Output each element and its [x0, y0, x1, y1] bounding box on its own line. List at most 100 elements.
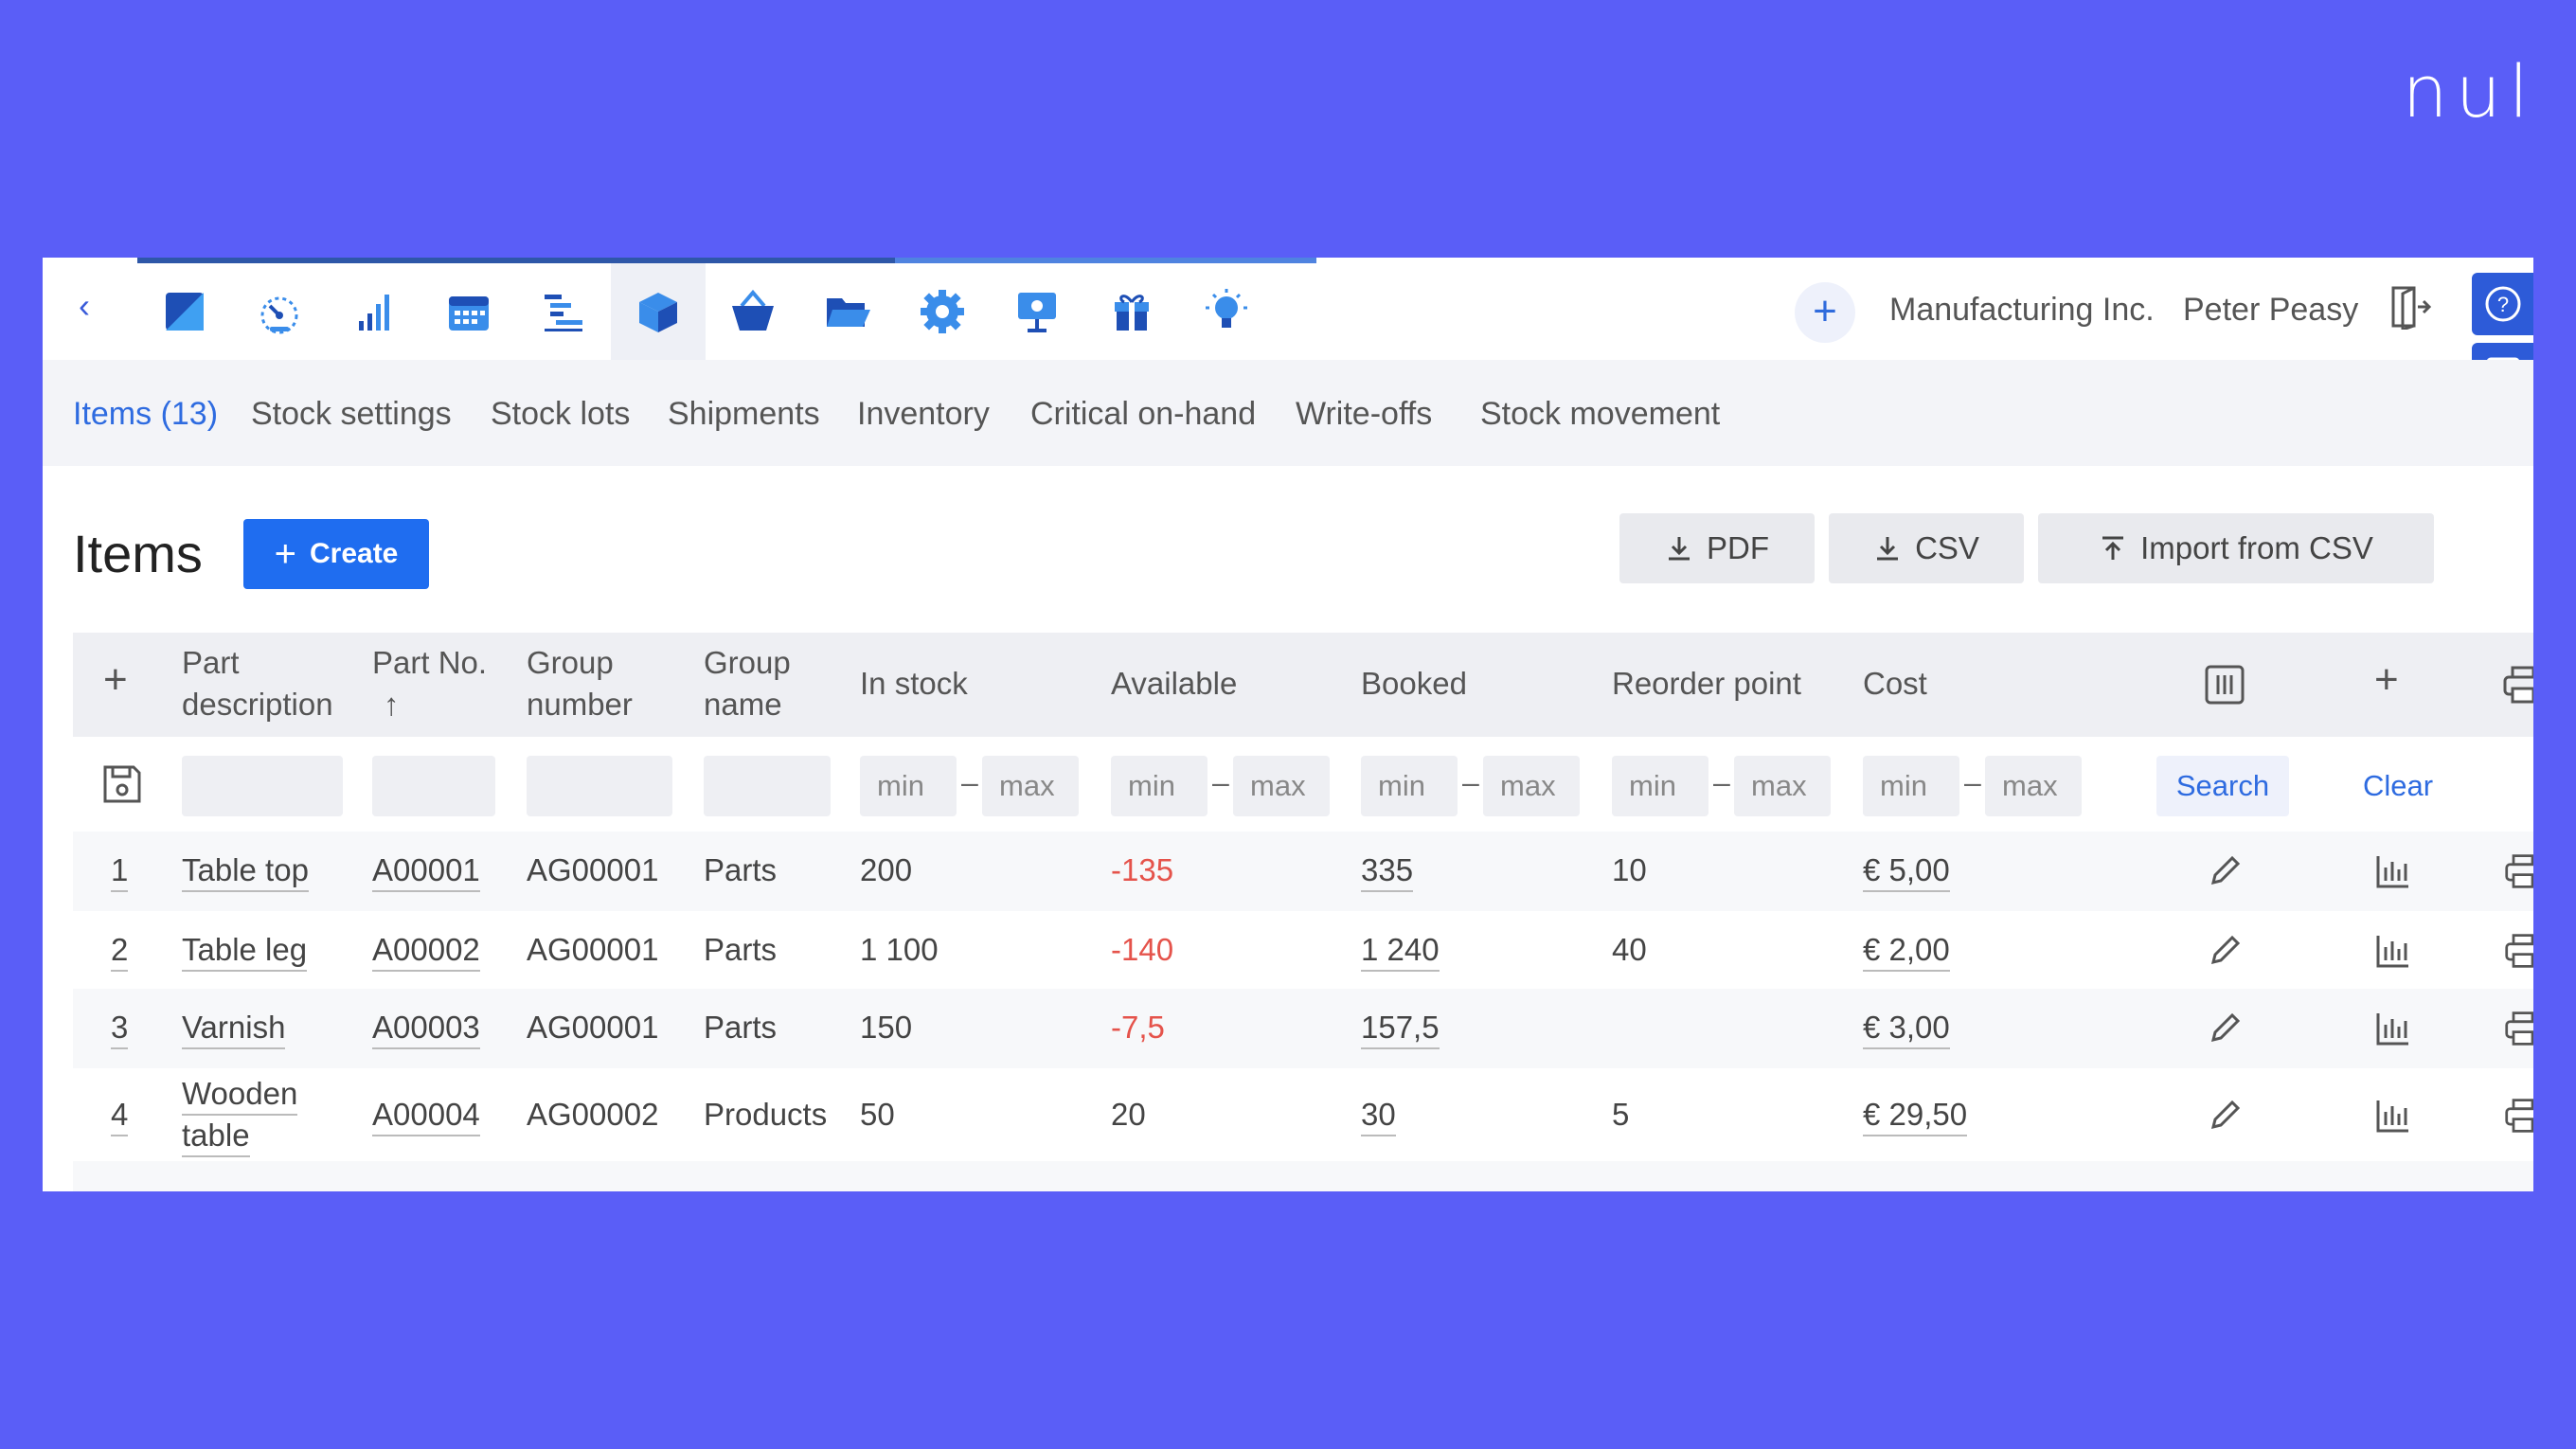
row-number[interactable]: 2: [111, 930, 129, 972]
reorder-min-input[interactable]: min: [1612, 756, 1708, 816]
cost-value[interactable]: € 29,50: [1863, 1095, 1968, 1136]
col-group-name[interactable]: Group name: [704, 642, 791, 725]
lightbulb-icon[interactable]: [1179, 263, 1274, 360]
calendar-icon[interactable]: [421, 263, 516, 360]
csv-button[interactable]: CSV: [1829, 513, 2024, 583]
reorder-point-value: 10: [1612, 852, 1647, 887]
booked-value[interactable]: 30: [1361, 1095, 1396, 1136]
edit-pencil-icon[interactable]: [2206, 852, 2244, 890]
print-icon[interactable]: [2502, 664, 2533, 706]
gantt-icon[interactable]: [516, 263, 611, 360]
stats-chart-icon[interactable]: [2374, 932, 2412, 970]
part-description-filter[interactable]: [182, 756, 343, 816]
tab-stock-lots[interactable]: Stock lots: [491, 396, 630, 433]
in-stock-max-input[interactable]: max: [982, 756, 1079, 816]
col-booked[interactable]: Booked: [1361, 663, 1467, 705]
tab-inventory[interactable]: Inventory: [857, 396, 990, 433]
booked-value[interactable]: 335: [1361, 850, 1414, 892]
tab-stock-movement[interactable]: Stock movement: [1480, 396, 1720, 433]
booked-min-input[interactable]: min: [1361, 756, 1458, 816]
presentation-icon[interactable]: [990, 263, 1084, 360]
col-in-stock[interactable]: In stock: [860, 663, 968, 705]
group-number-filter[interactable]: [527, 756, 672, 816]
add-button[interactable]: +: [1795, 282, 1855, 343]
part-description[interactable]: Table top: [182, 850, 309, 892]
part-no[interactable]: A00002: [372, 930, 480, 972]
bar-chart-icon[interactable]: [327, 263, 421, 360]
tab-write-offs[interactable]: Write-offs: [1296, 396, 1432, 433]
part-no[interactable]: A00004: [372, 1095, 480, 1136]
stats-chart-icon[interactable]: [2374, 1010, 2412, 1047]
upload-icon: [2102, 536, 2124, 560]
stats-chart-icon[interactable]: [2374, 1097, 2412, 1135]
part-description[interactable]: Wooden table: [182, 1074, 298, 1157]
in-stock-min-input[interactable]: min: [860, 756, 957, 816]
box-icon[interactable]: [611, 263, 706, 360]
available-value: -7,5: [1111, 1010, 1165, 1045]
basket-icon[interactable]: [706, 263, 800, 360]
range-dash: –: [1462, 765, 1479, 799]
part-description[interactable]: Varnish: [182, 1008, 286, 1049]
add-row-icon[interactable]: +: [2374, 659, 2399, 701]
reorder-point-value: 40: [1612, 932, 1647, 967]
part-description[interactable]: Table leg: [182, 930, 308, 972]
booked-value[interactable]: 1 240: [1361, 930, 1440, 972]
help-icon[interactable]: ?: [2472, 273, 2533, 335]
print-icon[interactable]: [2504, 852, 2533, 890]
col-cost[interactable]: Cost: [1863, 663, 1927, 705]
gear-icon[interactable]: [895, 263, 990, 360]
print-icon[interactable]: [2504, 932, 2533, 970]
speedometer-icon[interactable]: [232, 263, 327, 360]
part-no[interactable]: A00003: [372, 1008, 480, 1049]
cost-value[interactable]: € 5,00: [1863, 850, 1950, 892]
search-button[interactable]: Search: [2156, 756, 2289, 816]
tab-stock-settings[interactable]: Stock settings: [251, 396, 452, 433]
print-icon[interactable]: [2504, 1097, 2533, 1135]
cost-min-input[interactable]: min: [1863, 756, 1959, 816]
clear-button[interactable]: Clear: [2332, 756, 2464, 816]
dashboard-icon[interactable]: [137, 263, 232, 360]
edit-pencil-icon[interactable]: [2206, 932, 2244, 970]
row-number[interactable]: 1: [111, 850, 129, 892]
part-no[interactable]: A00001: [372, 850, 480, 892]
user-name[interactable]: Peter Peasy: [2183, 292, 2358, 329]
cost-max-input[interactable]: max: [1985, 756, 2082, 816]
logout-icon[interactable]: [2389, 284, 2431, 330]
save-icon[interactable]: [101, 763, 143, 805]
columns-icon[interactable]: [2204, 664, 2245, 706]
reorder-max-input[interactable]: max: [1734, 756, 1831, 816]
create-button[interactable]: + Create: [243, 519, 429, 589]
col-part-description[interactable]: Part description: [182, 642, 333, 725]
svg-text:?: ?: [2496, 293, 2508, 316]
print-icon[interactable]: [2504, 1010, 2533, 1047]
available-max-input[interactable]: max: [1233, 756, 1330, 816]
folder-icon[interactable]: [800, 263, 895, 360]
row-number[interactable]: 4: [111, 1095, 129, 1136]
back-chevron-icon[interactable]: ‹: [79, 286, 90, 326]
col-part-no[interactable]: Part No. ↑: [372, 642, 487, 725]
import-csv-button[interactable]: Import from CSV: [2038, 513, 2434, 583]
csv-label: CSV: [1915, 530, 1979, 565]
cost-value[interactable]: € 2,00: [1863, 930, 1950, 972]
edit-pencil-icon[interactable]: [2206, 1010, 2244, 1047]
tab-critical-on-hand[interactable]: Critical on-hand: [1030, 396, 1256, 433]
tab-shipments[interactable]: Shipments: [668, 396, 820, 433]
add-column-icon[interactable]: +: [103, 659, 128, 701]
group-name-filter[interactable]: [704, 756, 831, 816]
booked-max-input[interactable]: max: [1483, 756, 1580, 816]
col-available[interactable]: Available: [1111, 663, 1237, 705]
range-dash: –: [961, 765, 978, 799]
cost-value[interactable]: € 3,00: [1863, 1008, 1950, 1049]
part-no-filter[interactable]: [372, 756, 495, 816]
pdf-button[interactable]: PDF: [1619, 513, 1815, 583]
gift-icon[interactable]: [1084, 263, 1179, 360]
col-reorder-point[interactable]: Reorder point: [1612, 663, 1801, 705]
booked-value[interactable]: 157,5: [1361, 1008, 1440, 1049]
tab-items[interactable]: Items (13): [73, 396, 218, 433]
stats-chart-icon[interactable]: [2374, 852, 2412, 890]
available-min-input[interactable]: min: [1111, 756, 1208, 816]
edit-pencil-icon[interactable]: [2206, 1097, 2244, 1135]
col-group-number[interactable]: Group number: [527, 642, 633, 725]
company-name[interactable]: Manufacturing Inc.: [1889, 292, 2155, 329]
row-number[interactable]: 3: [111, 1008, 129, 1049]
